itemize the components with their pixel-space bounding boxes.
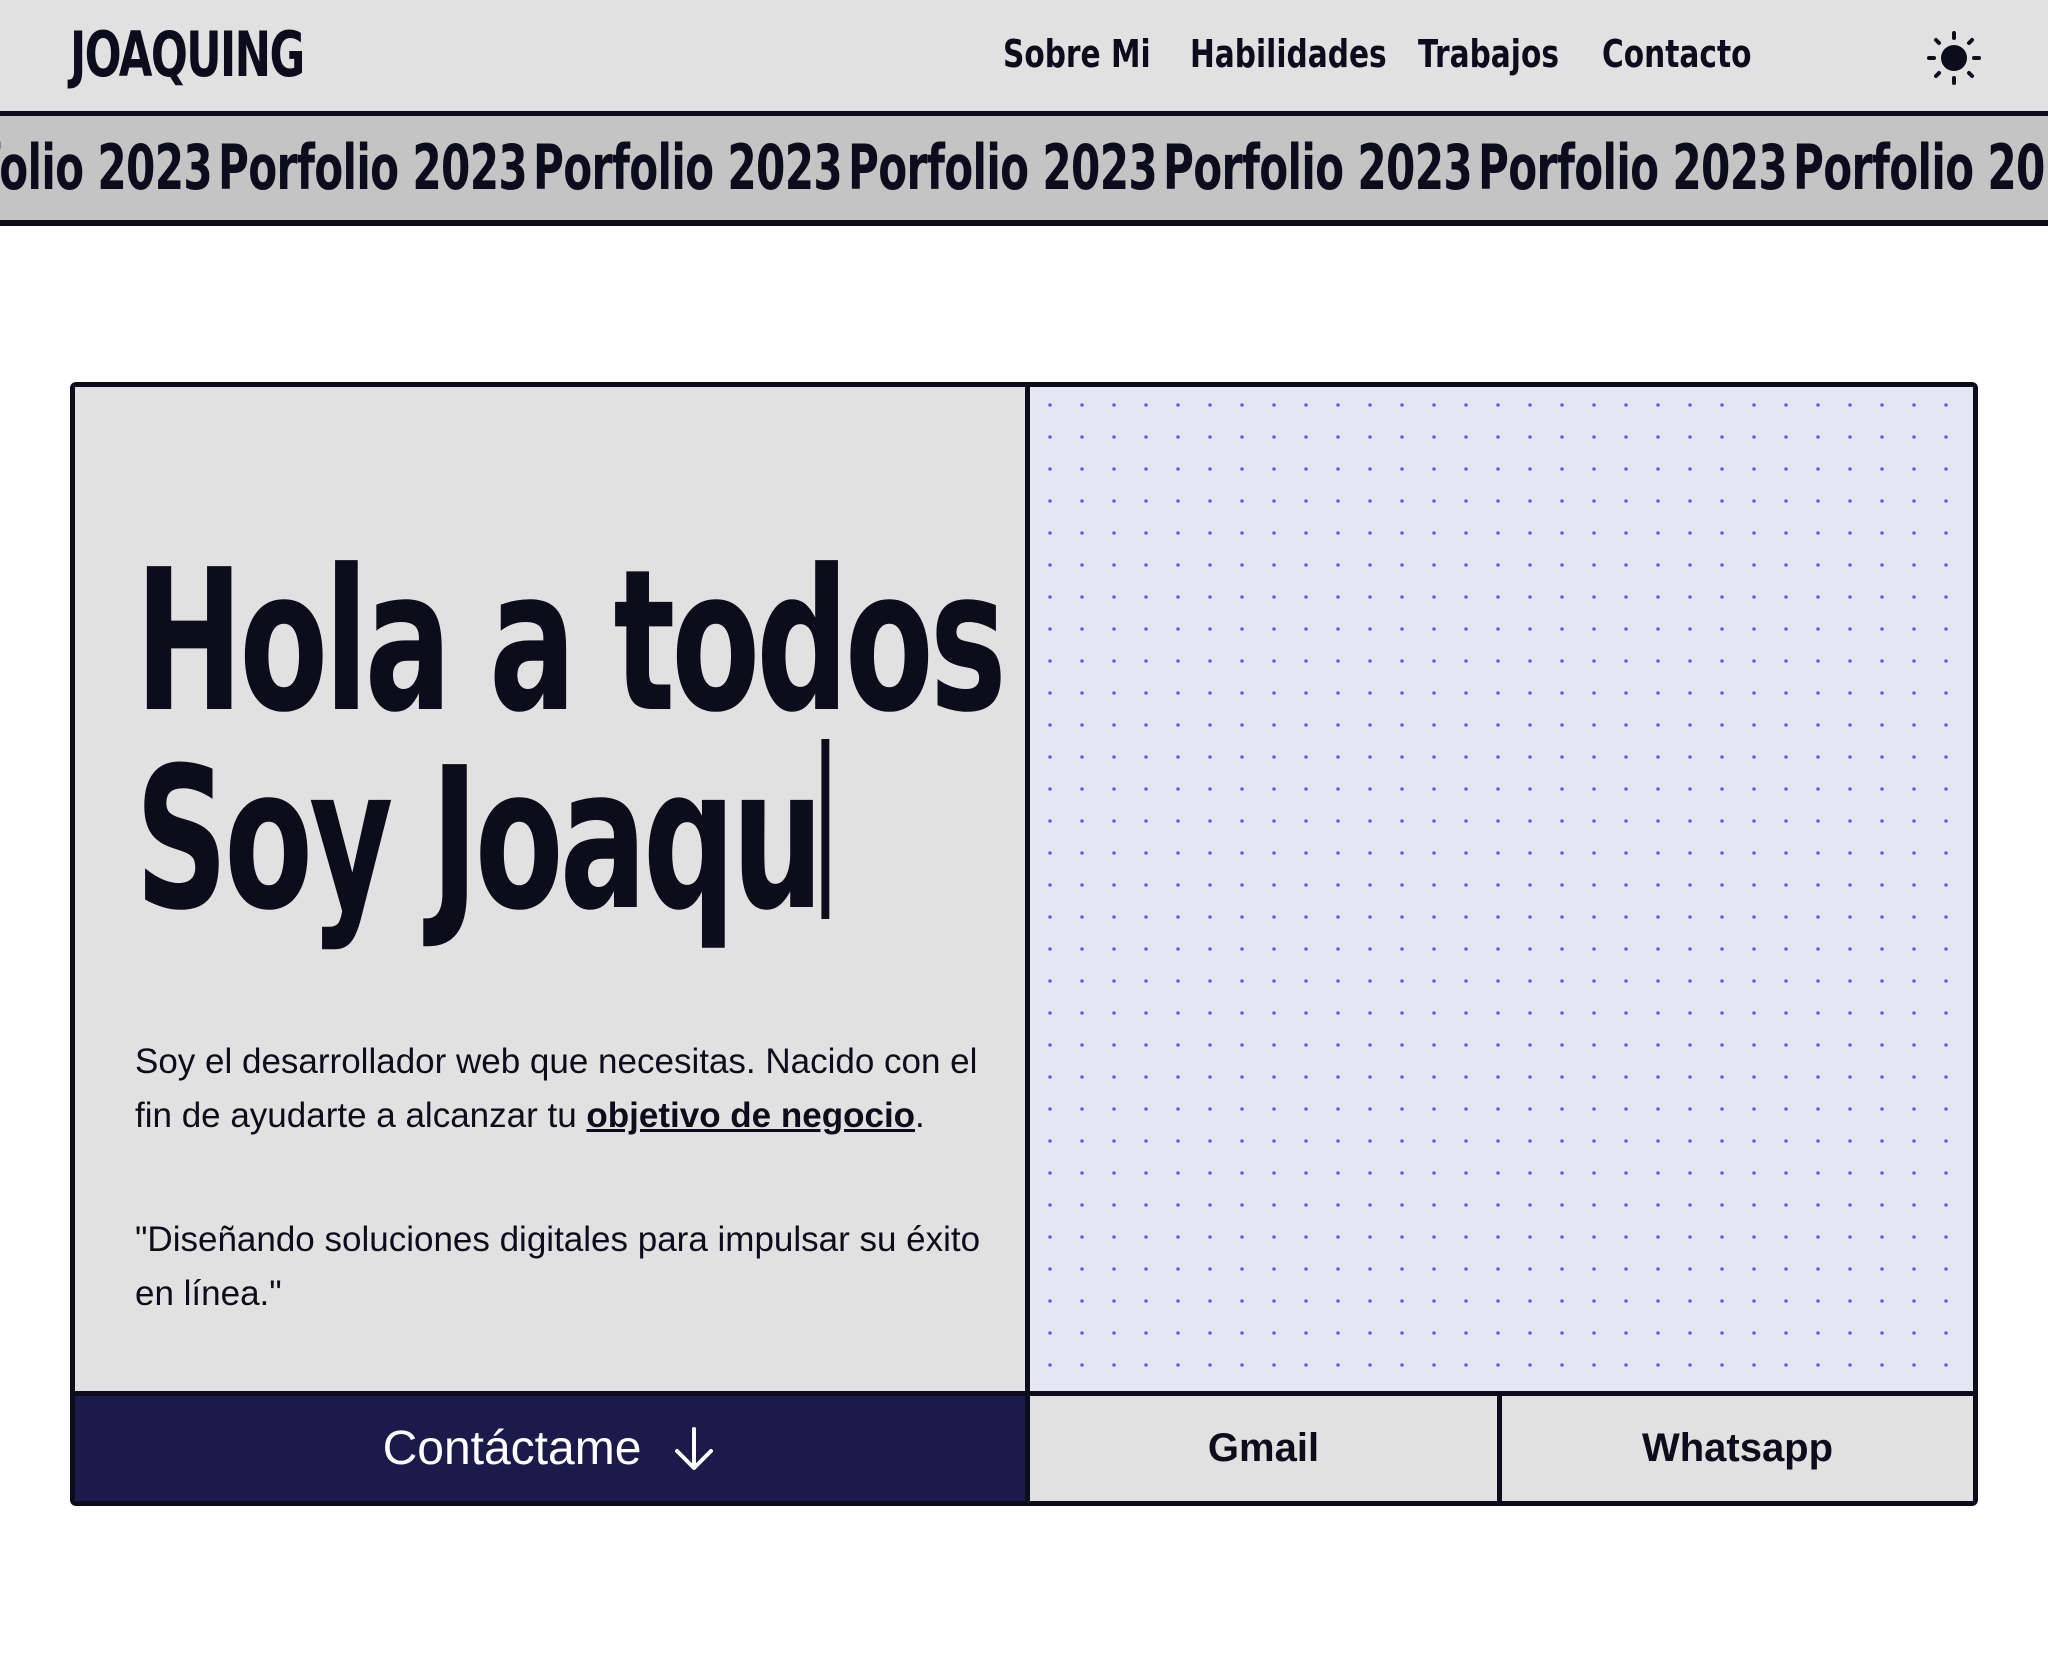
marquee-item: Porfolio 2023 <box>533 131 843 204</box>
theme-toggle-button[interactable] <box>1926 30 1982 86</box>
marquee-item: Porfolio 2023 <box>1163 131 1473 204</box>
arrow-down-icon <box>675 1426 714 1470</box>
hero-intro: Soy el desarrollador web que necesitas. … <box>135 1042 978 1135</box>
marquee-item: Porfolio 2023 <box>1793 131 2048 204</box>
headline-line-2: Soy Joaqu <box>135 739 1003 938</box>
nav-link-sobre-mi[interactable]: Sobre Mi <box>1003 28 1151 80</box>
marquee-item: Porfolio 2023 <box>1478 131 1788 204</box>
hero-quote: "Diseñando soluciones digitales para imp… <box>135 1220 981 1313</box>
action-row: Contáctame Gmail Whatsapp <box>75 1391 1973 1501</box>
gmail-button[interactable]: Gmail <box>1030 1396 1502 1501</box>
contact-button-label: Contáctame <box>382 1422 642 1475</box>
hero-headline: Hola a todos Soy Joaqu <box>135 528 1007 938</box>
portfolio-marquee: Porfolio 2023Porfolio 2023Porfolio 2023P… <box>0 116 2048 226</box>
sun-icon <box>1927 31 1981 85</box>
nav-link-contacto[interactable]: Contacto <box>1602 28 1751 80</box>
hero-text-pane: Hola a todos Soy Joaqu Soy el desarrolla… <box>75 387 1030 1391</box>
hero-card: Hola a todos Soy Joaqu Soy el desarrolla… <box>70 382 1978 1506</box>
whatsapp-button-label: Whatsapp <box>1641 1426 1834 1470</box>
contact-button[interactable]: Contáctame <box>75 1396 1030 1501</box>
marquee-track: Porfolio 2023Porfolio 2023Porfolio 2023P… <box>0 116 2048 220</box>
whatsapp-button[interactable]: Whatsapp <box>1502 1396 1973 1501</box>
headline-line-1: Hola a todos <box>135 528 1007 756</box>
site-header: JOAQUING Sobre Mi Habilidades Trabajos C… <box>0 0 2048 116</box>
marquee-item: Porfolio 2023 <box>0 131 213 204</box>
business-goal-link[interactable]: objetivo de negocio <box>586 1096 915 1135</box>
site-logo[interactable]: JOAQUING <box>70 18 305 92</box>
dot-pattern-panel <box>1030 387 1973 1391</box>
nav-link-trabajos[interactable]: Trabajos <box>1418 28 1559 80</box>
gmail-button-label: Gmail <box>1207 1426 1320 1470</box>
typing-cursor <box>821 739 829 919</box>
nav-link-habilidades[interactable]: Habilidades <box>1190 28 1387 80</box>
marquee-item: Porfolio 2023 <box>848 131 1158 204</box>
marquee-item: Porfolio 2023 <box>218 131 528 204</box>
